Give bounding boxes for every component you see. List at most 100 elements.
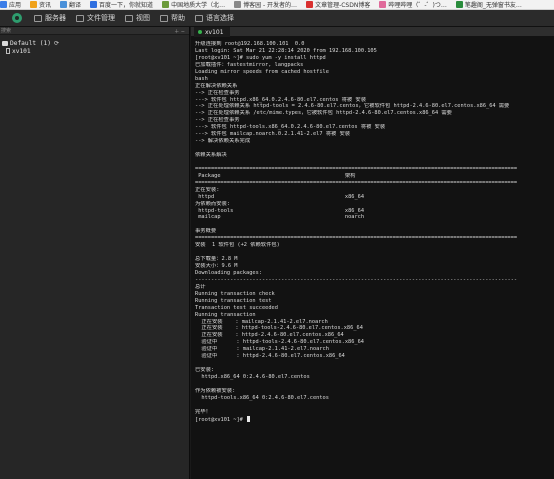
bookmark-item[interactable]: 文章管理-CSDN博客 xyxy=(306,0,371,9)
sidebar-header: 搜索 ＋ − xyxy=(0,27,189,35)
app-window: 应用 资讯 翻译 百度一下，你就知道 中国地质大学（北… 博客园 - 开发者的… 文章管理-… xyxy=(0,0,554,479)
terminal-line: httpd x86_64 xyxy=(195,193,365,200)
bookmarks-bar: 应用 资讯 翻译 百度一下，你就知道 中国地质大学（北… 博客园 - 开发者的… 文章管理-… xyxy=(0,0,554,10)
terminal-line: 总计 xyxy=(195,283,206,290)
menu-help[interactable]: 帮助 xyxy=(160,10,185,27)
bookmark-label: 博客园 - 开发者的… xyxy=(243,2,298,9)
bookmark-favicon-icon xyxy=(60,1,68,8)
view-icon xyxy=(125,14,133,22)
bookmark-label: 文章管理-CSDN博客 xyxy=(315,2,371,9)
sidebar-tools[interactable]: ＋ − xyxy=(174,28,185,35)
terminal-line: [root@xv101 ~]# xyxy=(195,415,550,423)
terminal-line: ========================================… xyxy=(195,165,518,172)
bookmark-label: 笔趣阁_无弹窗书友… xyxy=(464,2,522,9)
menu-servers-label: 服务器 xyxy=(45,14,66,22)
bookmark-favicon-icon xyxy=(306,1,314,8)
terminal-line: ----------------------------------------… xyxy=(195,276,518,283)
refresh-icon[interactable]: ⟳ xyxy=(54,40,59,47)
terminal-line: httpd-tools x86_64 xyxy=(195,207,365,214)
terminal-line: 正在安装 : httpd-2.4.6-80.el7.centos.x86_64 xyxy=(195,332,344,339)
terminal-line: ---> 软件包 httpd-tools.x86_64.0.2.4.6-80.e… xyxy=(195,124,386,131)
menu-servers[interactable]: 服务器 xyxy=(34,10,66,27)
terminal-line: Last login: Sat Mar 21 22:28:14 2020 fro… xyxy=(195,47,377,54)
terminal-line: Running transaction check xyxy=(195,290,275,297)
bookmark-label: 百度一下，你就知道 xyxy=(99,2,154,9)
terminal-line: --> 正在检查事务 xyxy=(195,117,240,124)
terminal-line: [root@xv101 ~]# sudo yum -y install http… xyxy=(195,54,326,61)
bookmark-label: 资讯 xyxy=(39,2,52,9)
terminal-line: Transaction test succeeded xyxy=(195,304,278,311)
terminal-line: ---> 软件包 mailcap.noarch.0.2.1.41-2.el7 将… xyxy=(195,131,351,138)
terminal-line: bash xyxy=(195,75,208,82)
tree-group-default[interactable]: Default (1) ⟳ xyxy=(2,39,187,47)
bookmark-item[interactable]: 博客园 - 开发者的… xyxy=(234,0,298,9)
terminal-line: 正在安装 : mailcap-2.1.41-2.el7.noarch xyxy=(195,318,328,325)
session-tabs: xv101 xyxy=(191,27,554,37)
server-tree: Default (1) ⟳ xv101 xyxy=(0,35,189,55)
terminal-line: 依赖关系解决 xyxy=(195,152,227,158)
menu-view-label: 视图 xyxy=(136,14,150,22)
terminal-line: 为依赖而安装: xyxy=(195,200,230,207)
menubar: 服务器 文件管理 视图 帮助 语言选择 xyxy=(0,10,554,27)
terminal-line: ========================================… xyxy=(195,235,518,242)
group-label: Default (1) xyxy=(10,39,51,47)
terminal-line: 验证中 : httpd-2.4.6-80.el7.centos.x86_64 xyxy=(195,353,345,360)
help-icon xyxy=(160,14,168,22)
terminal-line: Loading mirror speeds from cached hostfi… xyxy=(195,68,329,75)
bookmark-label: 哔哩哔哩（゜-゜)つ… xyxy=(388,2,447,9)
menu-language[interactable]: 语言选择 xyxy=(195,10,234,27)
bookmark-item[interactable]: 翻译 xyxy=(60,0,82,9)
terminal-line: 作为依赖被安装: xyxy=(195,387,236,394)
terminal-line: ---> 软件包 httpd.x86_64.0.2.4.6-80.el7.cen… xyxy=(195,96,367,103)
terminal-line: 已加载插件：fastestmirror, langpacks xyxy=(195,61,304,68)
terminal-line: Downloading packages: xyxy=(195,269,262,276)
terminal-line: 事务概要 xyxy=(195,228,217,235)
terminal-line: --> 正在处理依赖关系 httpd-tools = 2.4.6-80.el7.… xyxy=(195,103,510,110)
bookmark-item[interactable]: 笔趣阁_无弹窗书友… xyxy=(455,0,522,9)
menu-view[interactable]: 视图 xyxy=(125,10,150,27)
bookmark-item[interactable]: 中国地质大学（北… xyxy=(162,0,225,9)
tree-host-xv101[interactable]: xv101 xyxy=(2,47,187,55)
host-label: xv101 xyxy=(12,47,31,55)
terminal-cursor xyxy=(247,415,251,422)
app-logo-icon xyxy=(12,13,22,23)
menu-file-manager-label: 文件管理 xyxy=(87,14,115,22)
bookmark-item[interactable]: 应用 xyxy=(0,0,22,9)
server-icon xyxy=(34,14,42,22)
bookmark-item[interactable]: 哔哩哔哩（゜-゜)つ… xyxy=(379,0,447,9)
menu-help-label: 帮助 xyxy=(171,14,185,22)
terminal-line: 验证中 : httpd-tools-2.4.6-80.el7.centos.x8… xyxy=(195,339,364,346)
bookmark-favicon-icon xyxy=(30,1,38,8)
terminal-line: 总下载量：2.8 M xyxy=(195,256,238,263)
bookmark-favicon-icon xyxy=(234,1,242,8)
terminal-line: 升级连接到 root@192.168.100.101 0.0 xyxy=(195,41,305,47)
language-icon xyxy=(195,14,203,22)
tab-xv101[interactable]: xv101 xyxy=(194,27,230,37)
bookmark-item[interactable]: 资讯 xyxy=(30,0,52,9)
terminal-host-icon xyxy=(6,48,10,54)
terminal-line: --> 正在处理依赖关系 /etc/mime.types，它被软件包 httpd… xyxy=(195,110,452,117)
bookmark-label: 翻译 xyxy=(69,2,82,9)
bookmark-label: 应用 xyxy=(9,2,22,9)
terminal-line: ========================================… xyxy=(195,179,518,186)
folder-icon xyxy=(2,40,8,46)
terminal-line: 正在安装: xyxy=(195,186,220,193)
bookmark-favicon-icon xyxy=(379,1,387,8)
terminal-line: httpd-tools.x86_64 0:2.4.6-80.el7.centos xyxy=(195,394,329,401)
terminal-line: --> 解决依赖关系完成 xyxy=(195,138,251,145)
bookmark-item[interactable]: 百度一下，你就知道 xyxy=(90,0,154,9)
terminal-line: 安装大小：9.6 M xyxy=(195,263,238,269)
sidebar-search-label[interactable]: 搜索 xyxy=(1,27,11,34)
terminal-line: --> 正在检查事务 xyxy=(195,89,240,96)
terminal-output[interactable]: 升级连接到 root@192.168.100.101 0.0 Last login… xyxy=(191,37,554,479)
menu-file-manager[interactable]: 文件管理 xyxy=(76,10,115,27)
bookmark-favicon-icon xyxy=(162,1,170,8)
terminal-line: Package 架构 xyxy=(195,172,356,179)
